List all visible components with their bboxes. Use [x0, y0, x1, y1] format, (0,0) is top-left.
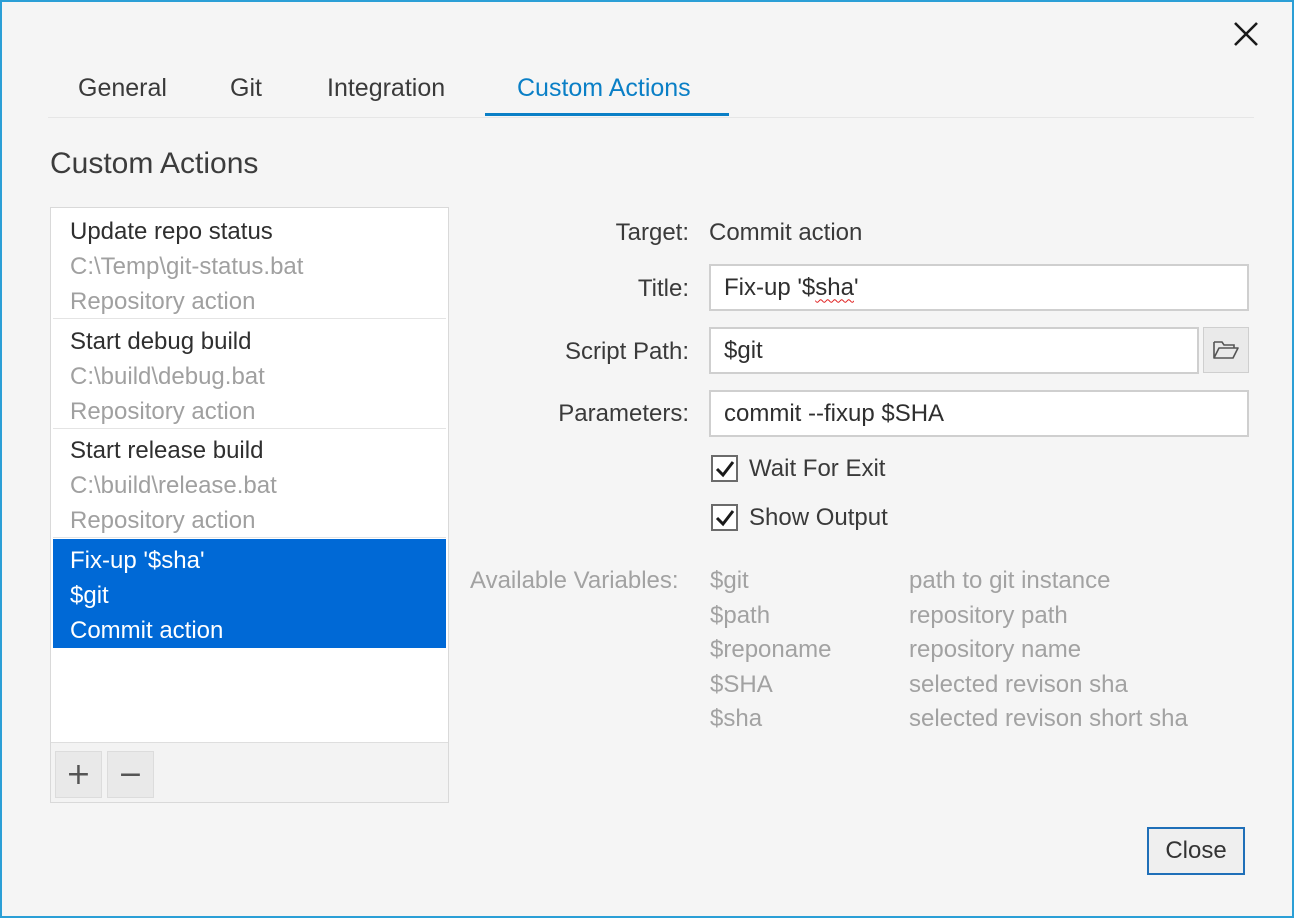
tab-custom-actions[interactable]: Custom Actions [517, 74, 691, 117]
close-icon[interactable] [1228, 16, 1264, 52]
show-output-label[interactable]: Show Output [749, 504, 888, 532]
tab-general[interactable]: General [78, 74, 167, 117]
variable-name: $git [710, 567, 749, 594]
variable-name: $sha [710, 705, 763, 732]
action-path: $git [70, 582, 109, 609]
title-label: Title: [637, 275, 689, 302]
variable-description: selected revison short sha [909, 705, 1188, 732]
wait-for-exit-label[interactable]: Wait For Exit [749, 455, 885, 483]
script-path-input[interactable]: $git [709, 327, 1199, 374]
action-target: Repository action [70, 398, 256, 425]
close-button[interactable]: Close [1147, 827, 1245, 875]
variable-description: path to git instance [909, 567, 1111, 594]
action-path: C:\build\debug.bat [70, 363, 265, 390]
remove-action-button[interactable]: − [107, 751, 154, 798]
wait-for-exit-checkbox[interactable] [711, 455, 738, 482]
action-target: Repository action [70, 507, 256, 534]
title-input[interactable]: Fix-up '$ sha ' [709, 264, 1249, 311]
variable-name: $SHA [710, 671, 773, 698]
add-action-button[interactable]: + [55, 751, 102, 798]
folder-open-icon [1213, 341, 1239, 359]
active-tab-indicator [485, 113, 729, 116]
tab-integration[interactable]: Integration [327, 74, 445, 117]
list-item-selected[interactable]: Fix-up '$sha' $git Commit action [53, 539, 446, 648]
action-target: Repository action [70, 288, 256, 315]
title-value-prefix: Fix-up '$ [724, 273, 816, 301]
checkmark-icon [715, 509, 734, 526]
tab-git[interactable]: Git [230, 74, 262, 117]
parameters-input[interactable]: commit --fixup $SHA [709, 390, 1249, 437]
variable-name: $reponame [710, 636, 832, 663]
parameters-label: Parameters: [558, 400, 689, 427]
variable-description: repository name [909, 636, 1082, 663]
action-path: C:\Temp\git-status.bat [70, 253, 304, 280]
list-toolbar: + − [51, 742, 448, 802]
list-item[interactable]: Update repo status C:\Temp\git-status.ba… [53, 210, 446, 319]
target-value: Commit action [709, 219, 863, 246]
action-title: Start release build [70, 437, 264, 464]
action-title: Update repo status [70, 218, 273, 245]
action-title: Fix-up '$sha' [70, 547, 205, 574]
variable-name: $path [710, 602, 771, 629]
list-item[interactable]: Start debug build C:\build\debug.bat Rep… [53, 320, 446, 429]
variable-description: selected revison sha [909, 671, 1128, 698]
checkmark-icon [715, 460, 734, 477]
action-target: Commit action [70, 617, 224, 644]
action-path: C:\build\release.bat [70, 472, 277, 499]
title-value-suffix: ' [853, 273, 859, 301]
variable-description: repository path [909, 602, 1068, 629]
browse-button[interactable] [1203, 327, 1249, 373]
list-item[interactable]: Start release build C:\build\release.bat… [53, 429, 446, 538]
target-label: Target: [615, 219, 689, 246]
available-variables-label: Available Variables: [470, 567, 679, 594]
script-path-label: Script Path: [564, 338, 689, 365]
show-output-checkbox[interactable] [711, 504, 738, 531]
title-value-misspelled: sha [815, 273, 854, 301]
section-title: Custom Actions [50, 147, 259, 180]
custom-actions-list: Update repo status C:\Temp\git-status.ba… [50, 207, 449, 803]
action-title: Start debug build [70, 328, 252, 355]
settings-dialog: General Git Integration Custom Actions C… [0, 0, 1294, 918]
